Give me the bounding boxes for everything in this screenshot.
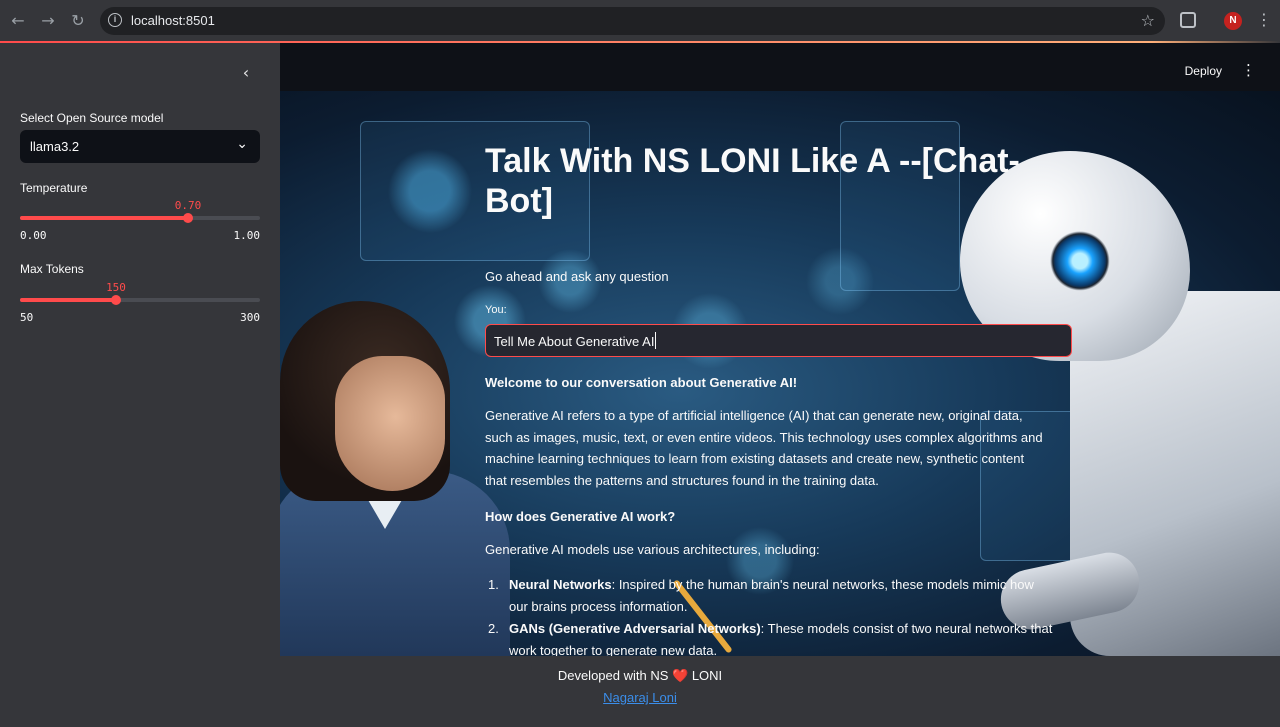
bookmark-star-icon[interactable]: ☆ bbox=[1141, 11, 1155, 30]
slider-fill bbox=[20, 216, 188, 220]
slider-min-value: 50 bbox=[20, 311, 34, 324]
developed-prefix: Developed with NS bbox=[557, 668, 669, 683]
list-item-title: GANs (Generative Adversarial Networks) bbox=[509, 621, 761, 636]
heart-icon: ❤️ bbox=[672, 669, 689, 684]
reload-icon[interactable]: ↻ bbox=[68, 11, 88, 31]
main-area: Deploy ⋮ Talk With NS LONI Like A --[Cha… bbox=[280, 43, 1280, 656]
list-item-title: Neural Networks bbox=[509, 577, 612, 592]
slider-max-value: 300 bbox=[240, 311, 260, 324]
app-footer: Developed with NS ❤️ LONI Nagaraj Loni bbox=[280, 656, 1280, 727]
address-url[interactable]: localhost:8501 bbox=[131, 13, 215, 28]
max-tokens-slider[interactable]: 150 50 300 bbox=[20, 281, 260, 325]
response-welcome: Welcome to our conversation about Genera… bbox=[485, 375, 798, 390]
text-caret bbox=[655, 332, 656, 349]
forward-icon[interactable]: → bbox=[38, 11, 58, 31]
slider-min-value: 0.00 bbox=[20, 229, 47, 242]
slider-fill bbox=[20, 298, 116, 302]
question-input-value[interactable]: Tell Me About Generative AI bbox=[494, 334, 654, 349]
slider-current-value: 150 bbox=[106, 281, 126, 294]
app-header: Deploy ⋮ bbox=[280, 43, 1280, 91]
slider-thumb[interactable] bbox=[111, 295, 121, 305]
response-how-heading: How does Generative AI work? bbox=[485, 509, 676, 524]
deploy-button[interactable]: Deploy bbox=[1185, 64, 1222, 78]
developed-suffix: LONI bbox=[691, 668, 723, 683]
list-item-number: 1. bbox=[488, 577, 499, 592]
model-select-value: llama3.2 bbox=[30, 139, 80, 154]
girl-illustration bbox=[280, 301, 510, 656]
chat-content: Talk With NS LONI Like A --[Chat-Bot] Go… bbox=[485, 91, 1072, 656]
back-icon[interactable]: ← bbox=[8, 11, 28, 31]
prompt-text: Go ahead and ask any question bbox=[485, 269, 669, 284]
question-input[interactable]: Tell Me About Generative AI bbox=[485, 324, 1072, 357]
response-architecture-intro: Generative AI models use various archite… bbox=[485, 542, 820, 557]
app-menu-icon[interactable]: ⋮ bbox=[1241, 61, 1256, 79]
input-label: You: bbox=[485, 304, 507, 316]
browser-menu-icon[interactable]: ⋮ bbox=[1256, 10, 1272, 29]
profile-avatar[interactable]: N bbox=[1224, 12, 1242, 30]
response-intro: Generative AI refers to a type of artifi… bbox=[485, 408, 1043, 488]
model-select[interactable]: llama3.2 ⌄ bbox=[20, 130, 260, 163]
page-title: Talk With NS LONI Like A --[Chat-Bot] bbox=[485, 142, 1020, 220]
address-bar[interactable]: i localhost:8501 ☆ bbox=[100, 7, 1165, 35]
extensions-icon[interactable] bbox=[1180, 12, 1196, 28]
sidebar: ‹ Select Open Source model llama3.2 ⌄ Te… bbox=[0, 43, 280, 727]
slider-thumb[interactable] bbox=[183, 213, 193, 223]
developed-with-text: Developed with NS ❤️ LONI bbox=[280, 668, 1000, 684]
author-link[interactable]: Nagaraj Loni bbox=[280, 690, 1000, 705]
list-item-number: 2. bbox=[488, 621, 499, 636]
max-tokens-label: Max Tokens bbox=[20, 262, 84, 276]
slider-max-value: 1.00 bbox=[233, 229, 261, 242]
browser-toolbar: ← → ↻ i localhost:8501 ☆ N ⋮ bbox=[0, 0, 1280, 42]
temperature-slider[interactable]: 0.70 0.00 1.00 bbox=[20, 199, 261, 243]
temperature-label: Temperature bbox=[20, 181, 88, 195]
collapse-sidebar-icon[interactable]: ‹ bbox=[236, 63, 256, 83]
chevron-down-icon: ⌄ bbox=[236, 136, 248, 152]
site-info-icon[interactable]: i bbox=[108, 13, 122, 27]
model-select-label: Select Open Source model bbox=[20, 111, 164, 125]
slider-current-value: 0.70 bbox=[174, 199, 202, 212]
